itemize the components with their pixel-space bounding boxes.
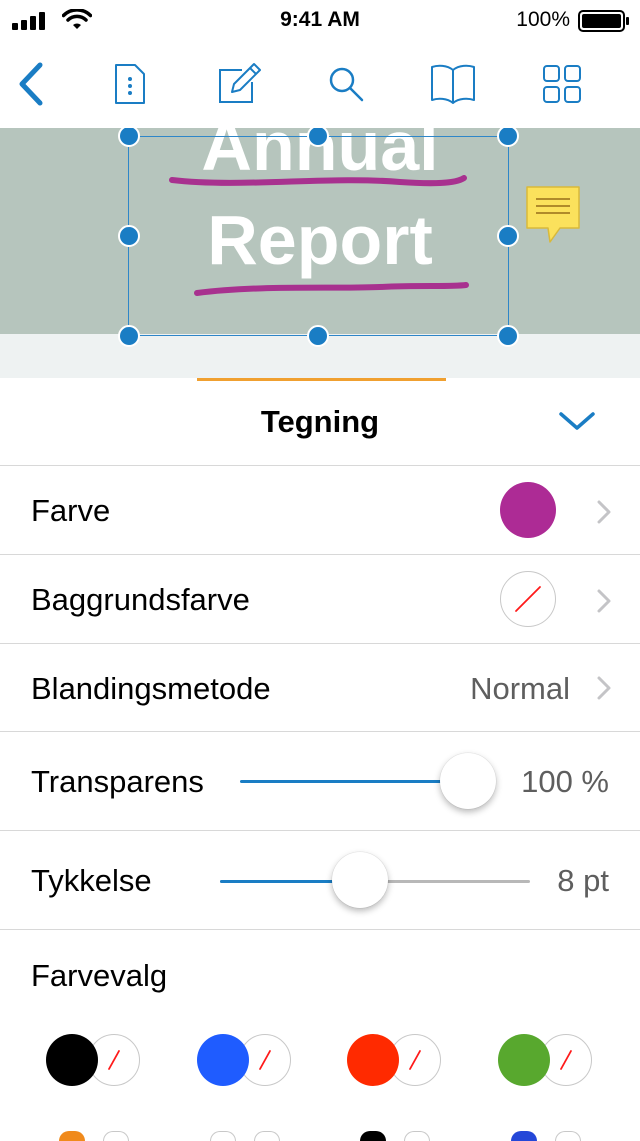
background-color-label: Baggrundsfarve	[31, 582, 250, 617]
resize-handle-bottom-right[interactable]	[497, 325, 519, 347]
preset-black[interactable]	[46, 1034, 142, 1088]
preset-fill-swatch	[197, 1034, 249, 1086]
color-row[interactable]: Farve	[0, 466, 640, 555]
preset-fill-swatch	[347, 1034, 399, 1086]
background-color-swatch	[500, 571, 556, 627]
document-page[interactable]: Annual Report	[0, 128, 640, 378]
blend-mode-row[interactable]: Blandingsmetode Normal	[0, 644, 640, 732]
preset-fill-swatch	[498, 1034, 550, 1086]
opacity-row: Transparens 100 %	[0, 732, 640, 831]
book-icon	[431, 64, 475, 104]
preset-black-partial[interactable]	[360, 1131, 386, 1141]
thickness-slider-thumb[interactable]	[332, 852, 388, 908]
background-color-row[interactable]: Baggrundsfarve	[0, 555, 640, 644]
preset-orange-partial[interactable]	[59, 1131, 85, 1141]
preset-background-partial	[103, 1131, 129, 1141]
color-swatch	[500, 482, 556, 538]
chevron-right-icon	[597, 589, 611, 613]
blend-mode-label: Blandingsmetode	[31, 671, 271, 706]
document-info-button[interactable]	[98, 40, 162, 128]
annotate-pencil-icon	[219, 63, 261, 103]
battery-percent: 100%	[516, 8, 570, 31]
thickness-label: Tykkelse	[31, 863, 152, 898]
back-chevron-icon	[19, 62, 43, 106]
selection-box	[128, 136, 509, 336]
thickness-row: Tykkelse 8 pt	[0, 831, 640, 930]
collapse-chevron-icon[interactable]	[558, 408, 596, 434]
chevron-right-icon	[597, 500, 611, 524]
preset-background-partial	[254, 1131, 280, 1141]
resize-handle-bottom[interactable]	[307, 325, 329, 347]
preset-fill-swatch	[46, 1034, 98, 1086]
panel-header: Tegning	[0, 378, 640, 466]
resize-handle-left[interactable]	[118, 225, 140, 247]
no-color-icon	[515, 586, 541, 612]
annotate-button[interactable]	[208, 40, 272, 128]
chevron-right-icon	[597, 676, 611, 700]
opacity-value: 100 %	[521, 764, 609, 799]
toolbar	[0, 40, 640, 128]
resize-handle-bottom-left[interactable]	[118, 325, 140, 347]
preset-blue[interactable]	[197, 1034, 293, 1088]
resize-handle-right[interactable]	[497, 225, 519, 247]
search-button[interactable]	[314, 40, 378, 128]
bookmarks-button[interactable]	[421, 40, 485, 128]
thickness-value: 8 pt	[557, 863, 609, 898]
preset-background-partial	[555, 1131, 581, 1141]
grid-view-icon	[543, 65, 581, 103]
preset-blue-partial[interactable]	[511, 1131, 537, 1141]
opacity-slider-track[interactable]	[240, 780, 468, 783]
preset-white-partial[interactable]	[210, 1131, 236, 1141]
color-label: Farve	[31, 493, 111, 528]
back-button[interactable]	[0, 40, 64, 128]
preset-red[interactable]	[347, 1034, 443, 1088]
search-icon	[329, 67, 364, 102]
preset-background-partial	[404, 1131, 430, 1141]
opacity-label: Transparens	[31, 764, 204, 799]
drawing-settings-panel: Tegning Farve Baggrundsfarve Blandingsme…	[0, 378, 640, 1141]
opacity-slider-thumb[interactable]	[440, 753, 496, 809]
document-info-icon	[115, 64, 145, 104]
preset-green[interactable]	[498, 1034, 594, 1088]
status-bar: 9:41 AM 100%	[0, 0, 640, 40]
presets-label: Farvevalg	[31, 958, 168, 993]
thumbnails-button[interactable]	[530, 40, 594, 128]
blend-mode-value: Normal	[470, 671, 570, 706]
battery-icon	[578, 10, 629, 32]
panel-title: Tegning	[260, 404, 380, 439]
sticky-note-icon[interactable]	[526, 186, 580, 244]
